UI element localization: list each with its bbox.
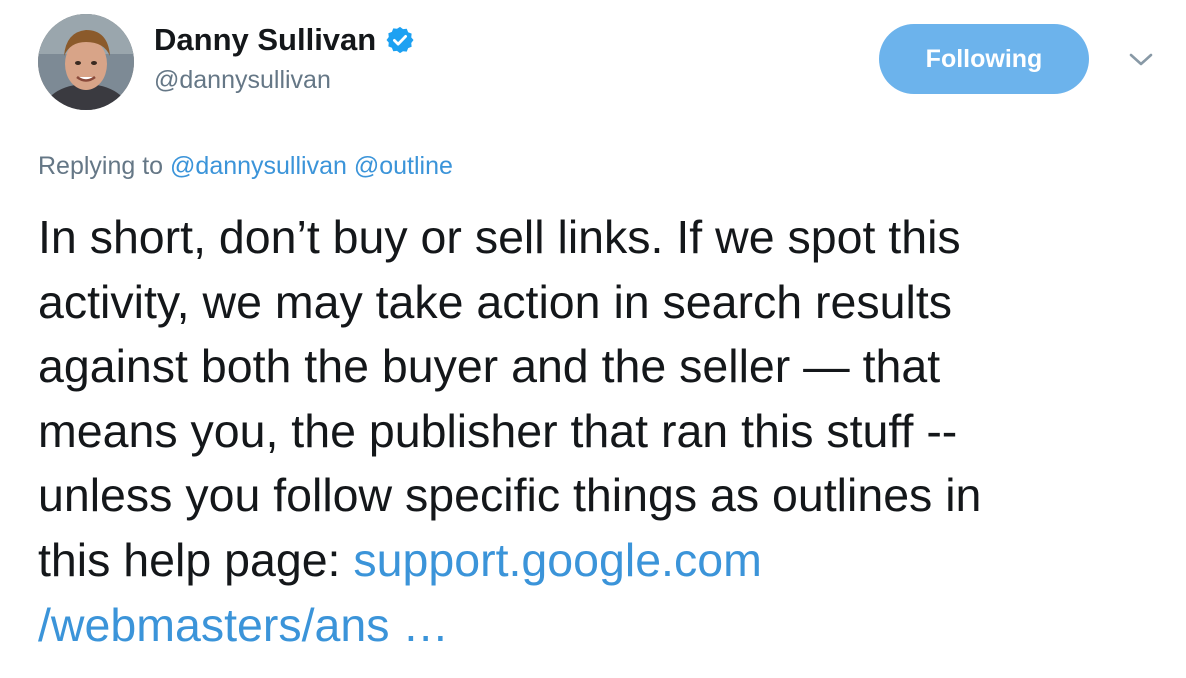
tweet-text-line: unless you follow specific things as out… — [38, 469, 982, 522]
tweet-text-line: this help page: — [38, 533, 354, 586]
support-link-continued[interactable]: /webmasters/ans … — [38, 599, 449, 651]
tweet-text: In short, don’t buy or sell links. If we… — [38, 205, 1173, 657]
display-name-row[interactable]: Danny Sullivan — [154, 20, 415, 60]
tweet-text-line-with-link: this help page: support.google.com — [38, 528, 1173, 593]
tweet-card: Danny Sullivan @dannysullivan Following … — [0, 0, 1186, 678]
author-handle[interactable]: @dannysullivan — [154, 66, 415, 95]
chevron-down-icon[interactable] — [1127, 48, 1155, 70]
tweet-text-line: means you, the publisher that ran this s… — [38, 404, 958, 457]
reply-context: Replying to @dannysullivan @outline — [38, 152, 453, 181]
author-names: Danny Sullivan @dannysullivan — [154, 20, 415, 95]
following-button[interactable]: Following — [879, 24, 1089, 94]
mention-outline[interactable]: @outline — [354, 152, 453, 180]
display-name[interactable]: Danny Sullivan — [154, 20, 376, 60]
tweet-text-line: activity, we may take action in search r… — [38, 275, 952, 328]
tweet-link-line: /webmasters/ans … — [38, 593, 1173, 658]
tweet-text-line: against both the buyer and the seller — … — [38, 340, 941, 393]
mention-dannysullivan[interactable]: @dannysullivan — [170, 152, 347, 180]
verified-badge-icon — [385, 25, 415, 55]
tweet-text-line: In short, don’t buy or sell links. If we… — [38, 211, 961, 263]
avatar[interactable] — [38, 14, 134, 110]
avatar-image — [38, 14, 134, 110]
reply-prefix: Replying to — [38, 152, 164, 180]
support-link[interactable]: support.google.com — [353, 534, 761, 586]
